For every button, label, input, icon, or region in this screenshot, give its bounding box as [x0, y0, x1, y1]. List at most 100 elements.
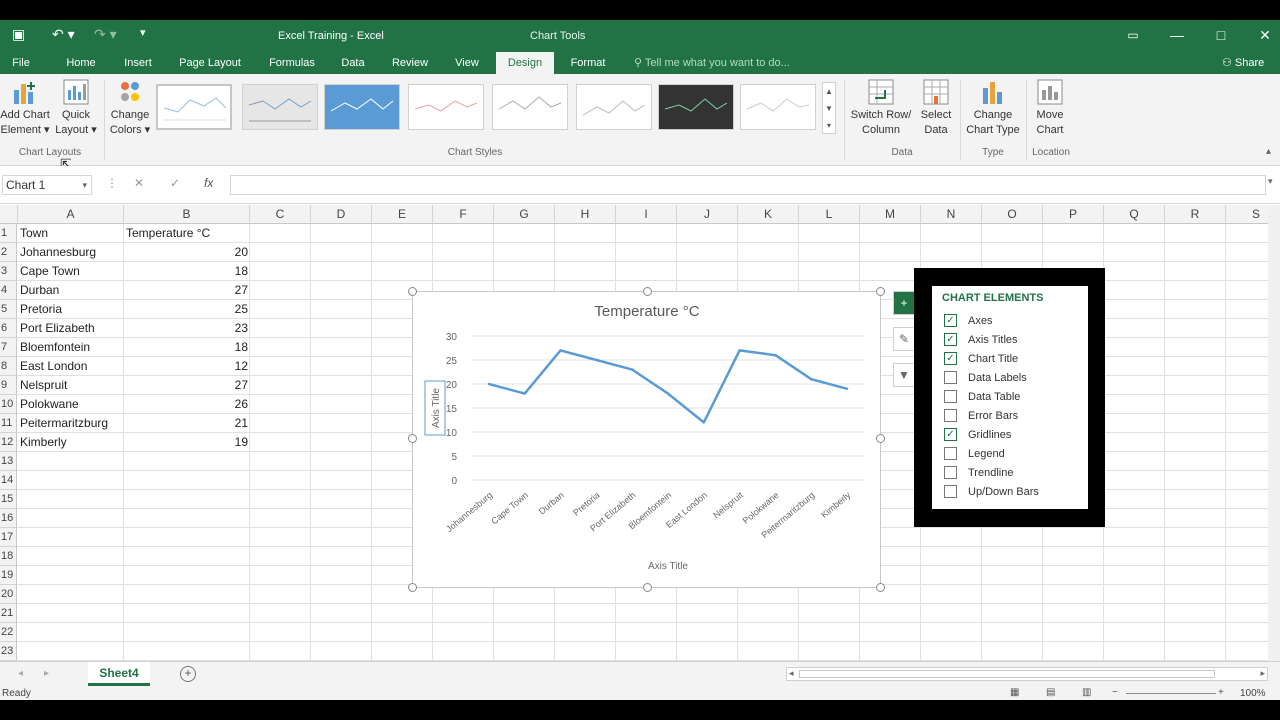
chart-elements-button[interactable]: +	[893, 291, 915, 315]
row-header[interactable]: 6	[0, 319, 17, 338]
chevron-up-icon[interactable]: ▲	[825, 87, 833, 96]
chart-filters-button[interactable]: ▼	[893, 363, 915, 387]
column-header[interactable]: E	[372, 205, 433, 224]
cell[interactable]: Kimberly	[20, 433, 122, 452]
resize-handle[interactable]	[408, 434, 417, 443]
row-header[interactable]: 15	[0, 490, 17, 509]
chart-style-4[interactable]	[408, 84, 484, 130]
data-point[interactable]	[666, 392, 670, 395]
save-icon[interactable]: ▣	[12, 26, 25, 43]
chart-styles-button[interactable]: ✎	[893, 327, 915, 351]
checkbox[interactable]: ✓	[944, 314, 957, 327]
zoom-in-icon[interactable]: +	[1218, 687, 1224, 698]
column-header[interactable]: S	[1226, 205, 1268, 224]
customize-qat-icon[interactable]: ▾	[140, 26, 146, 39]
checkbox[interactable]: ✓	[944, 428, 957, 441]
tab-data[interactable]: Data	[334, 52, 372, 74]
cell[interactable]: Johannesburg	[20, 243, 122, 262]
enter-icon[interactable]: ✓	[170, 176, 180, 190]
cell[interactable]: Port Elizabeth	[20, 319, 122, 338]
zoom-level[interactable]: 100%	[1240, 688, 1266, 699]
cell[interactable]: 26	[126, 395, 248, 414]
chart-style-2[interactable]	[242, 84, 318, 130]
scroll-left-icon[interactable]: ◂	[18, 668, 23, 679]
switch-row-column-button[interactable]: Switch Row/ Column	[848, 78, 914, 138]
tab-design[interactable]: Design	[496, 52, 554, 74]
row-header[interactable]: 23	[0, 642, 17, 661]
cell[interactable]: 20	[126, 243, 248, 262]
column-header[interactable]: D	[311, 205, 372, 224]
checkbox[interactable]	[944, 447, 957, 460]
expand-formula-bar-icon[interactable]: ▾	[1268, 176, 1273, 187]
sheet-tab-sheet4[interactable]: Sheet4	[88, 662, 150, 686]
cell[interactable]: Polokwane	[20, 395, 122, 414]
column-header[interactable]: L	[799, 205, 860, 224]
cell[interactable]: Durban	[20, 281, 122, 300]
checkbox[interactable]	[944, 485, 957, 498]
data-point[interactable]	[630, 368, 634, 371]
cell[interactable]: 23	[126, 319, 248, 338]
row-header[interactable]: 13	[0, 452, 17, 471]
cell[interactable]: Peitermaritzburg	[20, 414, 122, 433]
tab-page-layout[interactable]: Page Layout	[172, 52, 248, 74]
add-sheet-button[interactable]: +	[180, 666, 196, 682]
resize-handle[interactable]	[643, 583, 652, 592]
column-header[interactable]: G	[494, 205, 555, 224]
data-point[interactable]	[738, 349, 741, 352]
row-header[interactable]: 14	[0, 471, 17, 490]
column-header[interactable]: C	[250, 205, 311, 224]
checkbox[interactable]: ✓	[944, 352, 957, 365]
tell-me-search[interactable]: ⚲ Tell me what you want to do...	[634, 52, 790, 74]
row-header[interactable]: 5	[0, 300, 17, 319]
cell[interactable]: Nelspruit	[20, 376, 122, 395]
cell[interactable]: Pretoria	[20, 300, 122, 319]
resize-handle[interactable]	[876, 287, 885, 296]
ribbon-display-options-button[interactable]: ▭	[1118, 24, 1148, 46]
quick-layout-button[interactable]: Quick Layout ▾	[52, 78, 100, 138]
cell[interactable]: 27	[126, 281, 248, 300]
formula-input[interactable]	[230, 175, 1266, 195]
select-data-button[interactable]: Select Data	[916, 78, 956, 138]
data-point[interactable]	[595, 358, 598, 362]
chart-style-5[interactable]	[492, 84, 568, 130]
checkbox[interactable]	[944, 409, 957, 422]
zoom-slider[interactable]	[1126, 693, 1216, 694]
chart-style-8[interactable]	[740, 84, 816, 130]
row-header[interactable]: 16	[0, 509, 17, 528]
tab-review[interactable]: Review	[384, 52, 436, 74]
cell[interactable]: 27	[126, 376, 248, 395]
cell[interactable]: 21	[126, 414, 248, 433]
data-point[interactable]	[702, 421, 706, 424]
cell[interactable]: Town	[20, 224, 122, 243]
cell[interactable]: 18	[126, 262, 248, 281]
cell[interactable]: 25	[126, 300, 248, 319]
zoom-out-icon[interactable]: −	[1112, 687, 1118, 698]
row-header[interactable]: 22	[0, 623, 17, 642]
x-axis-title[interactable]: Axis Title	[648, 561, 688, 572]
page-layout-view-icon[interactable]: ▤	[1046, 687, 1055, 698]
chart-style-7[interactable]	[658, 84, 734, 130]
vertical-scrollbar[interactable]	[1268, 205, 1280, 661]
column-header[interactable]: M	[860, 205, 921, 224]
column-header[interactable]: F	[433, 205, 494, 224]
row-header[interactable]: 12	[0, 433, 17, 452]
restore-button[interactable]: □	[1206, 24, 1236, 46]
chart-style-3[interactable]	[324, 84, 400, 130]
row-header[interactable]: 8	[0, 357, 17, 376]
y-axis-title[interactable]: Axis Title	[431, 388, 442, 428]
data-point[interactable]	[559, 349, 562, 352]
checkbox[interactable]	[944, 466, 957, 479]
row-header[interactable]: 2	[0, 243, 17, 262]
move-chart-button[interactable]: Move Chart	[1028, 78, 1072, 138]
arrow-right-icon[interactable]: ▸	[1260, 668, 1265, 679]
share-button[interactable]: ⚇ Share	[1222, 52, 1264, 74]
fx-icon[interactable]: fx	[204, 176, 213, 190]
data-point[interactable]	[774, 354, 777, 357]
resize-handle[interactable]	[876, 434, 885, 443]
cell[interactable]: East London	[20, 357, 122, 376]
tab-file[interactable]: File	[4, 52, 38, 74]
row-header[interactable]: 7	[0, 338, 17, 357]
data-point[interactable]	[845, 387, 849, 390]
column-header[interactable]: I	[616, 205, 677, 224]
row-header[interactable]: 11	[0, 414, 17, 433]
